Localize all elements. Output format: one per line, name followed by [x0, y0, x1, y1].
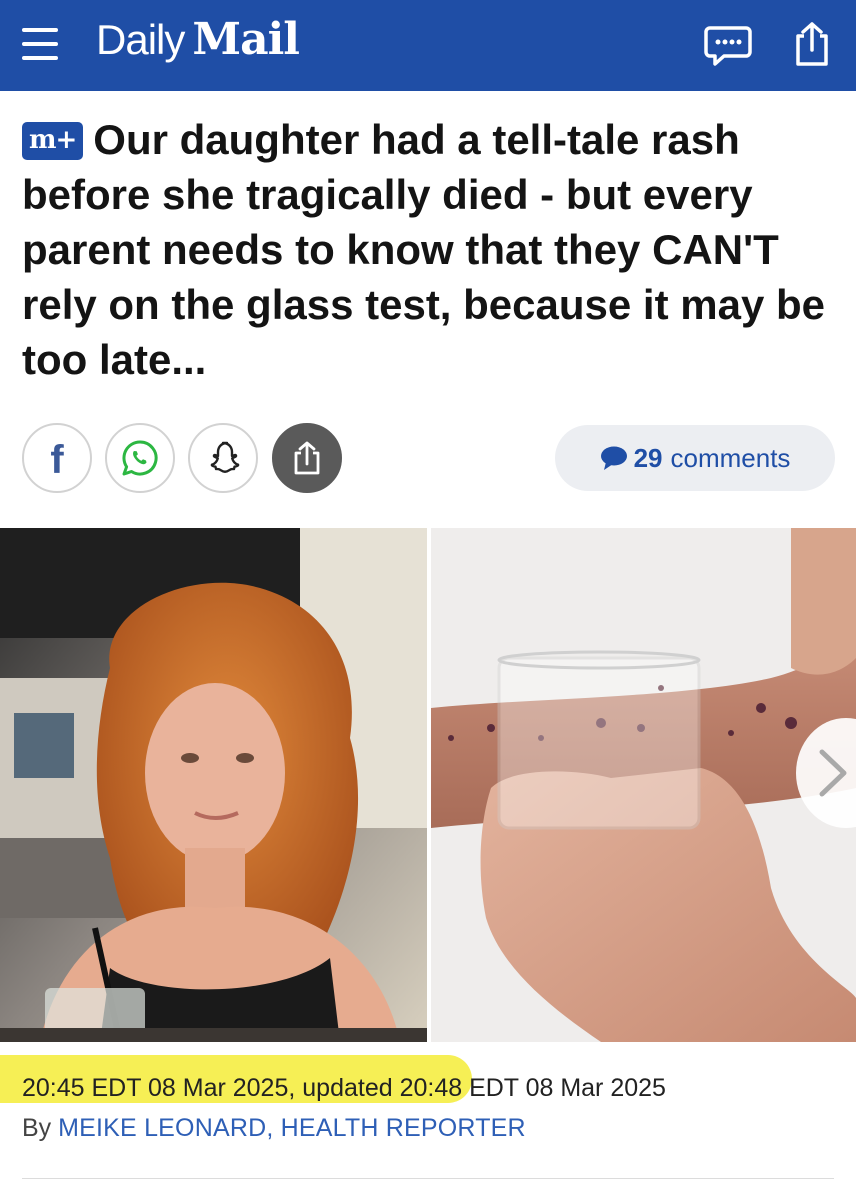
top-bar: Daily Mail	[0, 0, 856, 91]
whatsapp-icon	[122, 440, 158, 476]
woman-photo[interactable]	[0, 528, 427, 1042]
snapchat-share-button[interactable]	[188, 423, 258, 493]
logo-mail: Mail	[192, 14, 300, 65]
article-headline: m+ Our daughter had a tell-tale rash befo…	[22, 112, 834, 387]
share-icon[interactable]	[788, 20, 836, 68]
comments-label: comments	[670, 442, 791, 473]
chevron-right-icon	[819, 749, 847, 797]
speech-bubble-icon	[600, 446, 627, 470]
whatsapp-share-button[interactable]	[105, 423, 175, 493]
article-byline: By MEIKE LEONARD, HEALTH REPORTER	[22, 1114, 526, 1143]
headline-text: Our daughter had a tell-tale rash before…	[22, 116, 825, 383]
divider	[22, 1178, 834, 1179]
facebook-icon: f	[50, 438, 64, 482]
article-timestamp: 20:45 EDT 08 Mar 2025, updated 20:48 EDT…	[22, 1074, 666, 1102]
comments-button[interactable]: 29 comments	[555, 425, 835, 491]
glass-test-photo[interactable]	[431, 528, 856, 1042]
comment-icon[interactable]	[704, 20, 752, 68]
menu-icon[interactable]	[22, 22, 60, 66]
logo[interactable]: Daily Mail	[96, 14, 300, 74]
share-icon	[294, 441, 320, 475]
byline-prefix: By	[22, 1114, 52, 1142]
author-link[interactable]: MEIKE LEONARD, HEALTH REPORTER	[58, 1114, 526, 1142]
facebook-share-button[interactable]: f	[22, 423, 92, 493]
mail-plus-badge[interactable]: m+	[22, 121, 84, 160]
comments-count: 29	[633, 442, 663, 473]
snapchat-icon	[210, 441, 240, 473]
logo-daily: Daily	[96, 16, 185, 63]
share-button[interactable]	[272, 423, 342, 493]
